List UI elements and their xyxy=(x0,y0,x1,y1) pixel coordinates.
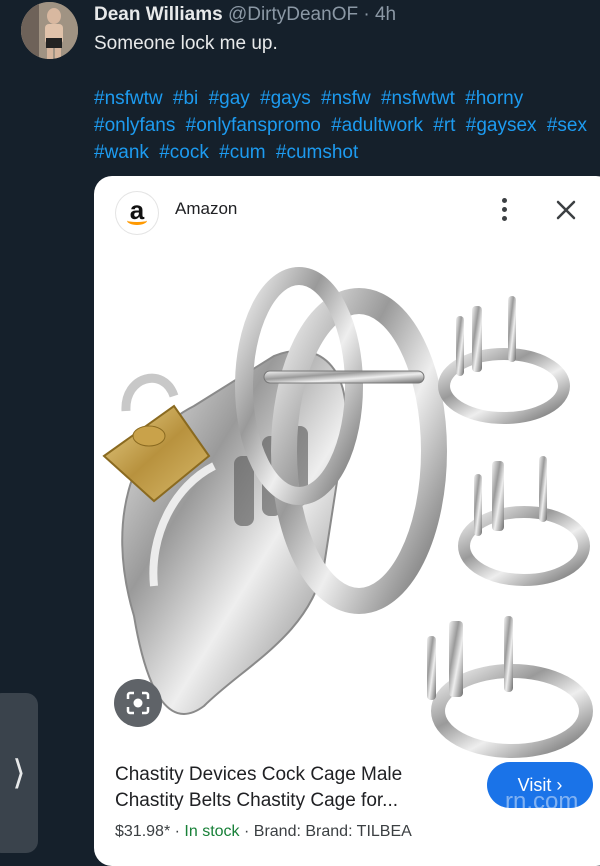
hashtag[interactable]: #rt xyxy=(433,115,455,136)
lens-icon xyxy=(126,691,150,715)
amazon-logo: a xyxy=(116,192,158,234)
price-separator: · xyxy=(174,823,180,840)
hashtag[interactable]: #wank xyxy=(94,142,149,163)
link-preview-card[interactable]: a Amazon Chastity Devices Cock Cage Male… xyxy=(94,176,600,866)
hashtag[interactable]: #sex xyxy=(547,115,587,136)
hashtag-list: #nsfwtw #bi #gay #gays #nsfw #nsfwtwt #h… xyxy=(94,85,599,166)
hashtag[interactable]: #onlyfans xyxy=(94,115,175,136)
avatar[interactable] xyxy=(21,2,78,59)
hashtag[interactable]: #horny xyxy=(465,88,523,109)
hashtag[interactable]: #nsfwtw xyxy=(94,88,163,109)
close-icon[interactable] xyxy=(552,196,580,224)
hashtag[interactable]: #bi xyxy=(173,88,198,109)
brand-info: Brand: Brand: TILBEA xyxy=(253,823,412,840)
tweet-time[interactable]: 4h xyxy=(375,4,396,25)
product-image xyxy=(102,267,593,758)
next-arrow-button[interactable]: ⟩ xyxy=(0,693,38,853)
hashtag[interactable]: #cumshot xyxy=(276,142,358,163)
hashtag[interactable]: #gaysex xyxy=(466,115,537,136)
more-vert-icon[interactable] xyxy=(494,194,514,226)
avatar-photo xyxy=(21,2,78,59)
hashtag[interactable]: #cum xyxy=(219,142,265,163)
price: $31.98* xyxy=(115,823,171,840)
author-handle[interactable]: @DirtyDeanOF xyxy=(228,4,358,25)
brand-separator: · xyxy=(244,823,250,840)
stock-status: In stock xyxy=(184,823,240,840)
hashtag[interactable]: #nsfwtwt xyxy=(381,88,455,109)
chevron-right-icon: ⟩ xyxy=(12,754,26,792)
hashtag[interactable]: #nsfw xyxy=(321,88,371,109)
hashtag[interactable]: #gays xyxy=(260,88,311,109)
hashtag[interactable]: #onlyfanspromo xyxy=(186,115,321,136)
hashtag[interactable]: #gay xyxy=(209,88,250,109)
product-title[interactable]: Chastity Devices Cock Cage Male Chastity… xyxy=(115,762,475,814)
hashtag[interactable]: #cock xyxy=(159,142,209,163)
author-name[interactable]: Dean Williams xyxy=(94,4,223,25)
hashtag[interactable]: #adultwork xyxy=(331,115,423,136)
lens-button[interactable] xyxy=(114,679,162,727)
tweet-header: Dean Williams @DirtyDeanOF · 4h xyxy=(94,3,396,27)
source-name: Amazon xyxy=(175,199,238,218)
amazon-smile-icon xyxy=(127,216,147,225)
tweet-text: Someone lock me up. xyxy=(94,33,278,54)
price-row: $31.98* · In stock · Brand: Brand: TILBE… xyxy=(115,823,412,841)
header-separator: · xyxy=(363,4,370,25)
watermark: rn.com xyxy=(505,788,579,815)
